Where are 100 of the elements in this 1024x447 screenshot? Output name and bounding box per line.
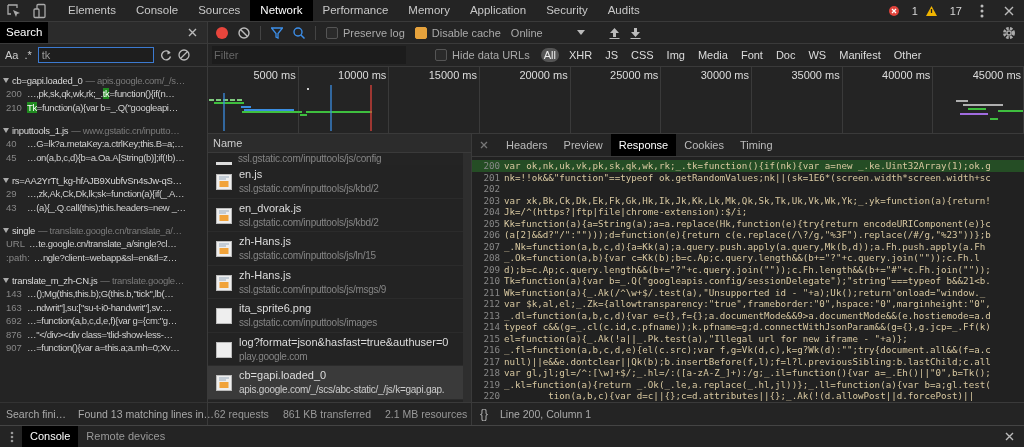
filter-icon[interactable] [271,26,283,39]
inspect-icon[interactable] [6,2,22,19]
request-name: zh-Hans.js [239,235,292,248]
device-icon[interactable] [32,2,48,19]
panel-tab[interactable]: Sources [188,0,251,21]
result-file[interactable]: translate_m_zh-CN.js [12,274,98,286]
type-filter[interactable]: Media [694,48,731,62]
request-row[interactable]: cb=gapi.loaded_0 apis.google.com/_/scs/abc-static/_/js/k=gapi.gap. [208,366,463,400]
panel-tab[interactable]: Audits [597,0,650,21]
panel-tab[interactable]: Elements [58,0,126,21]
filter-field[interactable]: Filter [212,46,406,64]
expand-toggle-icon[interactable] [3,227,9,233]
search-match[interactable]: …on(a,b,c,d){b=a.Oa.A[String(b)];if(!b)… [27,151,185,163]
request-url: ssl.gstatic.com/inputtools/js/msgs/9 [239,283,387,295]
detail-tab[interactable]: Response [610,134,677,156]
panel-tab[interactable]: Security [536,0,598,21]
detail-tab[interactable]: Timing [732,134,781,156]
disable-cache-checkbox[interactable]: Disable cache [414,26,501,39]
type-filter[interactable]: Img [663,48,688,62]
panel-tab[interactable]: Application [459,0,537,21]
preserve-log-checkbox[interactable]: Preserve log [326,26,405,39]
search-match[interactable]: …,zk,Ak,Ck,Dk,lk;sk=function(a){if(_.A… [27,188,185,200]
download-icon[interactable] [629,26,641,39]
code-line: 204 Jk=/^(https?|ftp|file|chrome-extension):$/i; [482,206,749,218]
search-match[interactable]: …"</div><div class='tlid-show-less-… [27,328,173,340]
close-icon[interactable] [188,28,197,37]
pretty-print-button[interactable]: {} [480,407,488,421]
close-icon[interactable] [1005,432,1014,441]
result-file[interactable]: single [12,224,36,236]
expand-toggle-icon[interactable] [3,77,9,83]
panel-tab[interactable]: Performance [312,0,399,21]
search-match[interactable]: …=function(a,b,c,d,e,f){var g={cm:"g… [27,315,177,327]
tick-label: 10000 ms [338,69,387,81]
line-number: 143 [6,288,23,300]
expand-toggle-icon[interactable] [3,177,9,183]
code-line: 211 Wk=function(a){_.Ak(/^\w+$/.test(a),"Unsupported id - "+a);Uk();return'onload="window._ [482,286,987,298]
detail-tab[interactable]: Preview [555,134,611,156]
close-icon[interactable] [1004,5,1014,16]
tick-label: 20000 ms [519,69,568,81]
summary-text: 62 requests [214,408,269,420]
type-filter[interactable]: CSS [627,48,657,62]
search-match[interactable]: …te.google.cn/translate_a/single?cl… [29,238,177,250]
type-filter[interactable]: All [540,48,559,62]
result-file[interactable]: rs=AA2YrTt_kg-hfAJB9XubfvSn4sJw-qS… [12,174,182,186]
type-filter[interactable]: Doc [772,48,799,62]
type-filter[interactable]: WS [805,48,830,62]
panel-tab[interactable]: Network [250,0,313,21]
clear-icon[interactable] [177,49,190,61]
close-icon[interactable] [480,141,488,149]
upload-icon[interactable] [608,26,620,39]
code-line: 206 (a[2]&&d?"/":"")));d=function(e){return c(e.replace(/\?/g,"%3F").replace(/#/g,"%23"))};b [482,229,992,241]
request-url: ssl.gstatic.com/inputtools/images [239,317,377,329]
code-line: 205 Kk=function(a){a=String(a);a=a.replace(Hk,function(e){try{return encodeURIComponent(e)}c [482,217,992,229]
regex-toggle[interactable]: .* [24,49,32,61]
settings-icon[interactable] [1002,25,1016,40]
match-case-toggle[interactable]: Aa [5,49,19,61]
type-filter[interactable]: Manifest [836,48,884,62]
search-match[interactable]: …G=lk?a.metaKey:a.ctrlKey;this.B=a;… [27,138,184,150]
search-match[interactable]: …();Mg(this,this.b);G(this.b,"tick",lb(… [27,288,174,300]
search-match[interactable]: …ndwrit"],su:["su-t-i0-handwrit"],sv:… [27,301,172,313]
panel-tab[interactable]: Console [125,0,189,21]
type-filter[interactable]: Other [890,48,925,62]
record-icon[interactable] [216,26,228,39]
request-name: cb=gapi.loaded_0 [239,369,328,382]
result-source: — apis.google.com/_/s… [85,74,186,86]
caret-icon [576,30,585,35]
type-filter[interactable]: JS [602,48,621,62]
search-summary: Found 13 matching lines in… [78,408,215,420]
type-filter[interactable]: XHR [565,48,596,62]
result-file[interactable]: inputtools_1.js [12,124,69,136]
search-match[interactable]: …(a){_.Q.call(this);this.headers=new _… [27,201,186,213]
more-icon[interactable] [10,430,14,443]
code-line: 212 var $k,al,el;_.Zk={allowtransparency:"true",frameborder:"0",hspace:"0",marginheight:"0", [482,298,992,310]
hide-data-urls-checkbox[interactable]: Hide data URLs [435,49,530,61]
search-match[interactable]: …=function(){var a=this.a;a.mh=0;Xv… [27,342,180,354]
more-icon[interactable] [980,3,984,18]
drawer-tab[interactable]: Console [22,426,79,447]
column-header[interactable]: Name [208,134,471,153]
search-field[interactable]: tk [37,47,154,63]
detail-tab[interactable]: Headers [498,134,556,156]
search-match[interactable]: …,pk,sk,qk,wk,rk;_.tk=function(){if(n… [27,88,175,100]
panel-tab[interactable]: Memory [398,0,460,21]
request-url: apis.google.com/_/scs/abc-static/_/js/k=gapi.gap. [239,384,445,396]
detail-tab[interactable]: Cookies [676,134,732,156]
request-url: ssl.gstatic.com/inputtools/js/kbd/2 [239,183,379,195]
warning-icon [925,5,937,16]
line-number: 163 [6,301,23,313]
throttling-dropdown[interactable]: Online [510,26,585,39]
search-icon[interactable] [293,26,305,39]
result-file[interactable]: cb=gapi.loaded_0 [12,74,83,86]
expand-toggle-icon[interactable] [3,127,9,133]
refresh-icon[interactable] [159,49,172,61]
clear-icon[interactable] [238,26,250,39]
cursor-position: Line 200, Column 1 [500,408,592,420]
search-tab[interactable]: Search [0,22,49,43]
search-match[interactable]: …ngle?client=webapp&sl=en&tl=z… [33,251,177,263]
expand-toggle-icon[interactable] [3,277,9,283]
drawer-tab[interactable]: Remote devices [78,426,174,447]
line-number: 692 [6,315,23,327]
type-filter[interactable]: Font [737,48,766,62]
